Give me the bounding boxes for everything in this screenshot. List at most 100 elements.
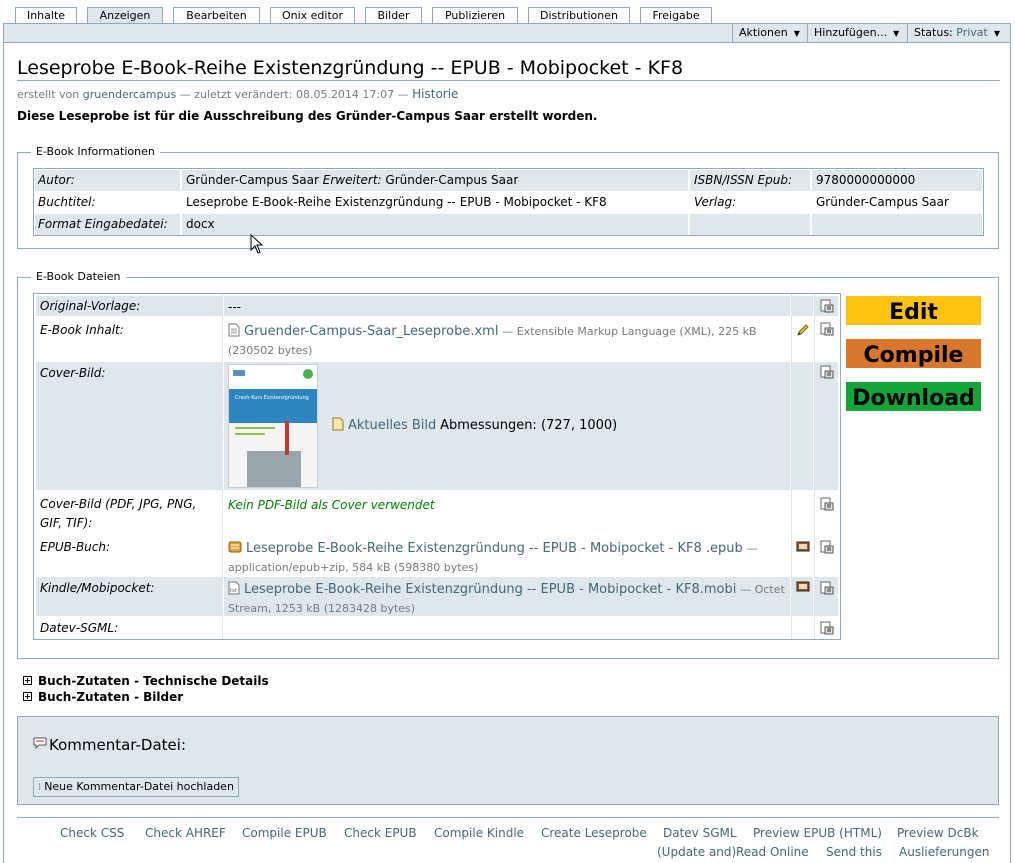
author-link[interactable]: gruendercampus — [83, 88, 176, 101]
upload-icon[interactable] — [820, 621, 834, 635]
history-link[interactable]: Historie — [412, 87, 458, 101]
download-button[interactable]: Download — [846, 382, 981, 414]
datev-sgml-link-line2[interactable]: (Update and) — [657, 845, 736, 859]
byline-modified: — zuletzt verändert: 08.05.2014 17:07 — — [179, 88, 409, 101]
format-value: docx — [186, 217, 215, 231]
send-this-link[interactable]: Send this — [826, 845, 882, 859]
tab-inhalte[interactable]: Inhalte — [15, 7, 77, 24]
status-label: Status: — [914, 26, 953, 39]
ebook-files-fieldset: E-Book Dateien Original-Vorlage: --- E-B… — [17, 271, 999, 659]
tab-distributionen[interactable]: Distributionen — [528, 7, 630, 24]
content-tabs: Inhalte Anzeigen Bearbeiten Onix editor … — [0, 0, 1015, 24]
coverpdf-label-line1: Cover-Bild (PDF, JPG, PNG, — [40, 497, 197, 511]
inhalt-file-link[interactable]: Gruender-Campus-Saar_Leseprobe.xml — [244, 324, 498, 339]
page-title: Leseprobe E-Book-Reihe Existenzgründung … — [17, 56, 1000, 81]
action-bar: Aktionen ▼ Hinzufügen... ▼ Status: Privat ▼ — [3, 23, 1011, 43]
ebook-info-table: Autor: Gründer-Campus Saar Erweitert: Gr… — [33, 168, 984, 236]
kommentar-title: Kommentar-Datei: — [49, 736, 186, 754]
upload-comment-button[interactable]: ⁝ Neue Kommentar-Datei hochladen — [33, 777, 239, 797]
coverpdf-label-line2: GIF, TIF): — [40, 516, 93, 530]
datev-sgml-link[interactable]: Datev SGML — [663, 826, 737, 840]
aktionen-menu[interactable]: Aktionen ▼ — [732, 24, 807, 42]
check-ahref-link[interactable]: Check AHREF — [145, 826, 226, 840]
tab-onix-editor[interactable]: Onix editor — [270, 7, 355, 24]
tab-publizieren[interactable]: Publizieren — [432, 7, 518, 24]
autor-label: Autor: — [38, 173, 75, 187]
read-online-link[interactable]: Read Online — [736, 845, 809, 859]
epub-value: Leseprobe E-Book-Reihe Existenzgründung … — [228, 539, 788, 577]
check-epub-link[interactable]: Check EPUB — [344, 826, 417, 840]
hinzufuegen-label: Hinzufügen... — [814, 26, 888, 39]
status-menu[interactable]: Status: Privat ▼ — [907, 24, 1012, 42]
inhalt-meta: — Extensible Markup Language (XML), 225 … — [502, 325, 757, 338]
upload-icon[interactable] — [820, 540, 834, 554]
cover-value: Aktuelles Bild Abmessungen: (727, 1000) — [332, 416, 617, 435]
epub-file-link[interactable]: Leseprobe E-Book-Reihe Existenzgründung … — [246, 541, 743, 556]
chevron-down-icon: ▼ — [793, 29, 800, 38]
tab-freigabe[interactable]: Freigabe — [640, 7, 712, 24]
auslieferungen-link[interactable]: Auslieferungen — [899, 845, 989, 859]
mouse-cursor-icon — [250, 234, 264, 254]
inhalt-bytes: (230502 bytes) — [228, 344, 313, 357]
cover-rule — [235, 427, 275, 429]
preview-icon[interactable] — [796, 580, 810, 594]
technische-details-toggle[interactable]: Buch-Zutaten - Technische Details — [23, 674, 269, 689]
table-row: E-Book Inhalt: Gruender-Campus-Saar_Lese… — [36, 318, 838, 360]
table-row: Cover-Bild: Crash-Kurs Existenzgründung … — [36, 362, 838, 490]
upload-icon[interactable] — [820, 299, 834, 313]
preview-icon[interactable] — [796, 540, 810, 554]
document-byline: erstellt von gruendercampus — zuletzt ve… — [17, 87, 458, 101]
check-css-link[interactable]: Check CSS — [60, 826, 124, 840]
upload-comment-label: Neue Kommentar-Datei hochladen — [44, 780, 234, 793]
image-file-icon — [332, 417, 344, 431]
autor-value: Gründer-Campus Saar Erweitert: Gründer-C… — [186, 170, 518, 191]
create-leseprobe-link[interactable]: Create Leseprobe — [541, 826, 647, 840]
kindle-label: Kindle/Mobipocket: — [40, 581, 155, 595]
original-value: --- — [228, 300, 241, 314]
edit-button[interactable]: Edit — [846, 296, 981, 328]
tab-bearbeiten[interactable]: Bearbeiten — [173, 7, 260, 24]
upload-icon[interactable] — [820, 322, 834, 336]
preview-dcbk-link[interactable]: Preview DcBk — [897, 826, 979, 840]
preview-epub-link[interactable]: Preview EPUB (HTML) — [753, 826, 882, 840]
buchtitel-label: Buchtitel: — [38, 195, 96, 209]
add-icon: ⁝ — [38, 782, 42, 793]
cover-thumbnail[interactable]: Crash-Kurs Existenzgründung — [228, 364, 318, 488]
hinzufuegen-menu[interactable]: Hinzufügen... ▼ — [807, 24, 907, 42]
info-row-bg — [35, 214, 982, 235]
verlag-label: Verlag: — [694, 195, 737, 209]
cover-file-link[interactable]: Aktuelles Bild — [348, 418, 436, 433]
byline-prefix: erstellt von — [17, 88, 80, 101]
cover-logo-mark — [233, 370, 245, 376]
compile-kindle-link[interactable]: Compile Kindle — [434, 826, 524, 840]
erweitert-label: Erweitert: — [322, 173, 382, 187]
svg-text:txt: txt — [230, 588, 237, 594]
page-description: Diese Leseprobe ist für die Ausschreibun… — [17, 109, 598, 123]
column-divider — [688, 170, 690, 235]
cover-books-image — [247, 451, 301, 487]
aktionen-label: Aktionen — [739, 26, 788, 39]
coverpdf-value: Kein PDF-Bild als Cover verwendet — [228, 498, 435, 512]
upload-icon[interactable] — [820, 581, 834, 595]
bilder-toggle[interactable]: Buch-Zutaten - Bilder — [23, 690, 183, 705]
ebook-info-fieldset: E-Book Informationen Autor: Gründer-Camp… — [17, 146, 999, 249]
kommentar-heading: Kommentar-Datei: — [33, 736, 186, 754]
format-label: Format Eingabedatei: — [38, 217, 168, 231]
table-row: Original-Vorlage: --- — [36, 296, 838, 316]
ebook-info-legend: E-Book Informationen — [31, 146, 160, 158]
compile-epub-link[interactable]: Compile EPUB — [242, 826, 327, 840]
pencil-icon[interactable] — [796, 323, 810, 337]
ebook-files-table: Original-Vorlage: --- E-Book Inhalt: Gru… — [33, 293, 841, 640]
row-bg — [224, 296, 790, 316]
kindle-meta: Stream, 1253 kB (1283428 bytes) — [228, 602, 416, 615]
compile-button[interactable]: Compile — [846, 339, 981, 371]
kindle-value: txt Leseprobe E-Book-Reihe Existenzgründu… — [228, 580, 788, 618]
kindle-file-link[interactable]: Leseprobe E-Book-Reihe Existenzgründung … — [244, 582, 736, 597]
comment-icon — [33, 737, 47, 750]
tab-bilder[interactable]: Bilder — [365, 7, 422, 24]
column-divider — [791, 294, 792, 639]
upload-icon[interactable] — [820, 365, 834, 379]
chevron-down-icon: ▼ — [893, 29, 900, 38]
upload-icon[interactable] — [820, 497, 834, 511]
tab-anzeigen[interactable]: Anzeigen — [87, 7, 163, 24]
